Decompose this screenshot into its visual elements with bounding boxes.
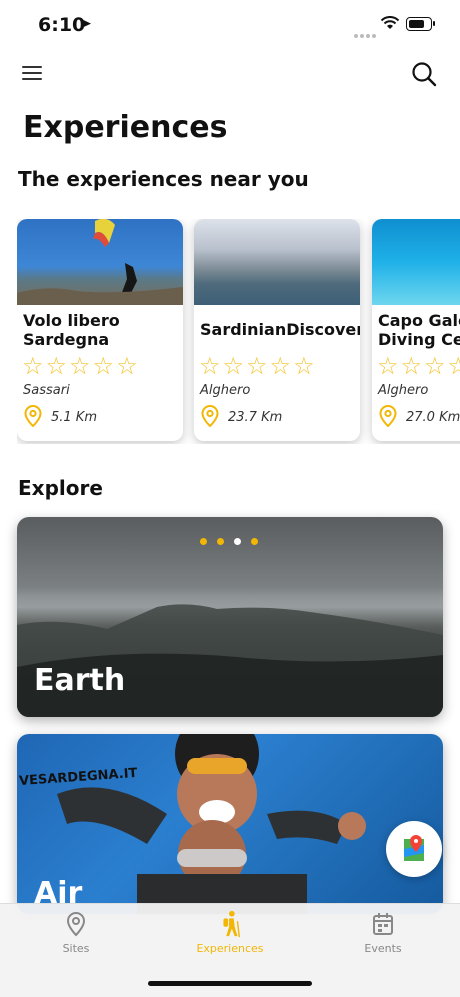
rating-stars: ☆☆☆☆☆ (377, 352, 460, 380)
pager-dot-active[interactable] (234, 538, 241, 545)
experience-name: Capo Galera Diving Center (378, 311, 460, 349)
location-pin-icon (379, 405, 397, 427)
map-icon (404, 835, 424, 861)
tab-events[interactable]: Events (323, 910, 443, 955)
pager-dot[interactable] (217, 538, 224, 545)
location-pin-icon (201, 405, 219, 427)
tab-experiences[interactable]: Experiences (170, 910, 290, 955)
signal-icon (354, 23, 378, 42)
tab-label: Sites (62, 942, 90, 955)
experience-image (372, 219, 460, 305)
calendar-icon (373, 913, 393, 935)
home-indicator[interactable] (148, 981, 312, 986)
experience-image (194, 219, 360, 305)
experience-carousel[interactable]: Volo libero Sardegna ☆☆☆☆☆ Sassari 5.1 K… (17, 219, 460, 444)
experience-card[interactable]: Capo Galera Diving Center ☆☆☆☆☆ Alghero … (372, 219, 460, 441)
hamburger-icon[interactable] (22, 66, 42, 80)
wifi-icon (380, 16, 400, 29)
experience-distance: 5.1 Km (51, 410, 97, 425)
rating-stars: ☆☆☆☆☆ (199, 352, 317, 380)
hiker-icon (223, 910, 241, 938)
section-title-near: The experiences near you (18, 167, 309, 191)
page-title: Experiences (23, 110, 228, 145)
tab-label: Experiences (196, 942, 264, 955)
tab-sites[interactable]: Sites (16, 910, 136, 955)
section-title-explore: Explore (18, 476, 103, 500)
experience-name: SardinianDiscovery (200, 320, 360, 339)
search-icon[interactable] (410, 60, 438, 88)
experience-card[interactable]: Volo libero Sardegna ☆☆☆☆☆ Sassari 5.1 K… (17, 219, 183, 441)
rating-stars: ☆☆☆☆☆ (22, 352, 140, 380)
experience-image (17, 219, 183, 305)
carousel-pager[interactable] (200, 530, 268, 549)
experience-distance: 23.7 Km (228, 410, 283, 425)
experience-city: Alghero (378, 383, 429, 398)
tab-label: Events (364, 942, 402, 955)
experience-distance: 27.0 Km (406, 410, 460, 425)
pager-dot[interactable] (200, 538, 207, 545)
status-bar: 6:10 ➤ (0, 0, 460, 50)
status-time: 6:10 (38, 14, 86, 36)
experience-name: Volo libero Sardegna (23, 311, 120, 349)
location-pin-icon (66, 911, 86, 937)
pager-dot[interactable] (251, 538, 258, 545)
explore-card-earth[interactable]: Earth (17, 517, 443, 717)
experience-city: Alghero (200, 383, 251, 398)
explore-card-label: Earth (34, 663, 126, 698)
location-arrow-icon: ➤ (80, 16, 92, 32)
map-button[interactable] (386, 821, 442, 877)
experience-card[interactable]: SardinianDiscovery ☆☆☆☆☆ Alghero 23.7 Km (194, 219, 360, 441)
location-pin-icon (24, 405, 42, 427)
battery-icon (406, 17, 435, 31)
explore-card-air[interactable]: VESARDEGNA.IT Air (17, 734, 443, 914)
experience-city: Sassari (23, 383, 70, 398)
